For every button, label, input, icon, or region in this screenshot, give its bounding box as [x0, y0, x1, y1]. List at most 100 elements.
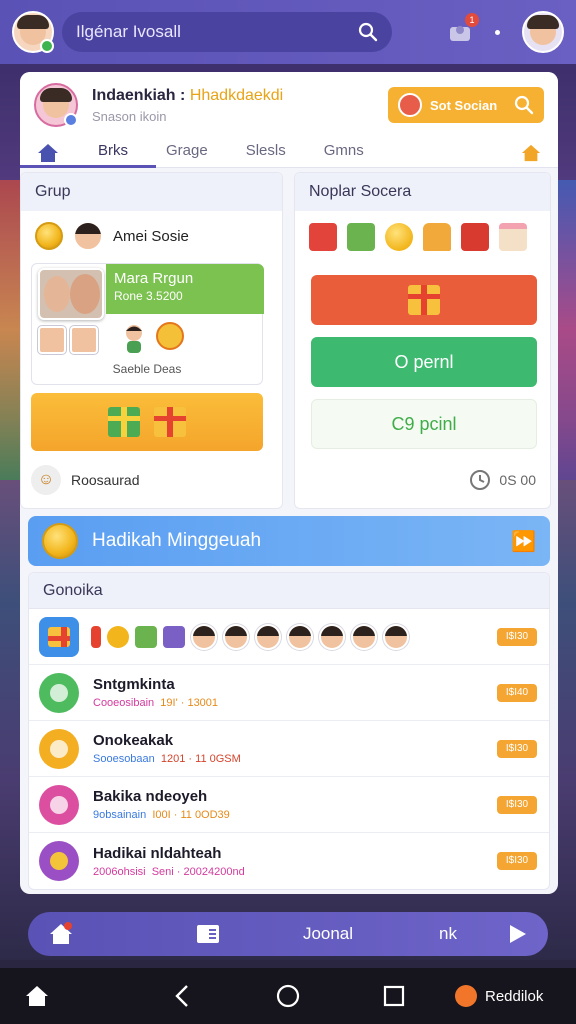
home-icon [50, 922, 72, 944]
profile-badge [64, 113, 78, 127]
tab-brks[interactable]: Brks [98, 142, 128, 163]
group-member-card[interactable]: Mara Rrgun Rone 3.5200 Saeble Deas [31, 263, 264, 385]
set-search-button[interactable]: Sot Socian [388, 87, 544, 123]
nav-extra[interactable]: nk [408, 924, 488, 944]
top-bar: Ilgénar Ivosall 1 [0, 0, 576, 64]
sys-home[interactable] [24, 984, 130, 1008]
mini-avatar-icon [398, 93, 422, 117]
list-item[interactable]: Hadikai nldahteah 2006ohsisi Seni · 2002… [29, 833, 549, 889]
red-envelope-icon[interactable] [309, 223, 337, 251]
price-badge[interactable]: I$I30 [497, 627, 537, 646]
sys-home-circle[interactable] [235, 984, 341, 1008]
item-detail: 1201 · 11 0GSM [160, 753, 241, 765]
avatar[interactable] [223, 623, 249, 650]
gift-tile[interactable] [31, 393, 263, 451]
popular-panel: Noplar Socera O pernl C9 pcinl 0S 00 [294, 172, 551, 509]
online-badge [40, 39, 54, 53]
home-icon [26, 986, 48, 1006]
grup-footer-label[interactable]: Roosaurad [71, 472, 140, 488]
app-shortcut-label: Reddilok [484, 987, 544, 1005]
avatar[interactable] [383, 623, 409, 650]
profile-title-accent: Hhadkdaekdi [189, 86, 284, 104]
list-item[interactable]: Onokeakak Sooesobaan 1201 · 11 0GSM I$I3… [29, 721, 549, 777]
system-nav-bar: Reddilok [0, 968, 576, 1024]
fast-forward-icon[interactable]: ⏩ [511, 529, 536, 554]
friend-avatar[interactable] [522, 11, 564, 53]
avatar[interactable] [351, 623, 377, 650]
book-icon [197, 925, 219, 943]
gift-box-icon [154, 407, 186, 437]
item-sub: 2006ohsisi [93, 865, 146, 878]
nav-book[interactable] [168, 923, 248, 945]
set-button-label: Sot Socian [430, 97, 498, 113]
list-item[interactable]: Sntgmkinta Cooeosibain 19I' · 13001 I$I4… [29, 665, 549, 721]
gift-icon[interactable] [461, 223, 489, 251]
cake-icon [156, 322, 184, 350]
group-photo [38, 268, 104, 320]
price-badge[interactable]: I$I30 [497, 795, 537, 814]
weekly-gift-banner[interactable]: Hadikah Minggeuah ⏩ [28, 516, 550, 566]
coin-icon [107, 625, 129, 648]
item-sub: 9obsainain [93, 809, 147, 821]
avatar-face [527, 15, 559, 45]
search-input[interactable]: Ilgénar Ivosall [62, 12, 392, 52]
member-thumb[interactable] [70, 326, 98, 354]
member-info-bar: Mara Rrgun Rone 3.5200 [106, 264, 264, 314]
price-badge[interactable]: I$I30 [497, 852, 537, 870]
profile-avatar[interactable] [34, 83, 78, 127]
search-icon[interactable] [358, 22, 378, 42]
gift-box-icon [108, 407, 140, 437]
open-button[interactable]: O pernl [311, 337, 537, 387]
dial-icon [39, 784, 79, 825]
app-shortcut-icon [454, 985, 477, 1007]
grup-panel: Grup Amei Sosie Mara Rrgun Rone 3.5200 S… [20, 172, 283, 509]
item-title: Bakika ndeoyeh [93, 788, 208, 805]
coin-icon[interactable] [385, 223, 413, 251]
price-badge[interactable]: I$I30 [497, 739, 537, 758]
avatar[interactable] [191, 623, 217, 650]
gift-icon[interactable] [347, 223, 375, 251]
tab-slesls[interactable]: Slesls [246, 142, 286, 163]
list-item[interactable]: Bakika ndeoyeh 9obsainain I00I · 11 0OD3… [29, 777, 549, 833]
member-sub: Rone 3.5200 [114, 289, 183, 303]
avatar[interactable] [287, 623, 313, 650]
sys-back[interactable] [130, 984, 236, 1008]
member-name: Mara Rrgun [114, 270, 194, 287]
active-tab-indicator [20, 165, 156, 168]
tab-gmns[interactable]: Gmns [324, 142, 364, 163]
popular-gift-button[interactable] [311, 275, 537, 325]
timer-icon [470, 470, 491, 490]
avatar[interactable] [319, 623, 345, 650]
tab-grage[interactable]: Grage [166, 142, 208, 163]
gift-box-icon [39, 616, 79, 657]
popular-item-row [309, 223, 527, 251]
member-thumb[interactable] [38, 326, 66, 354]
item-title: Hadikai nldahteah [93, 844, 222, 862]
user-avatar[interactable] [12, 11, 54, 53]
notification-count: 1 [465, 13, 479, 27]
sys-app-shortcut[interactable]: Reddilok [446, 985, 552, 1007]
play-icon [510, 925, 526, 943]
profile-title-main: Indaenkiah : [92, 86, 186, 104]
nav-play[interactable] [488, 923, 528, 945]
nav-home[interactable] [48, 922, 108, 946]
profile-header: Indaenkiah : Hhadkdaekdi Snason ikoin So… [20, 72, 558, 138]
sys-recents[interactable] [341, 985, 447, 1007]
nav-journal[interactable]: Joonal [288, 924, 368, 944]
group-avatar[interactable] [73, 221, 103, 251]
candle-icon [91, 625, 101, 648]
coin-icon [42, 523, 78, 559]
open-alt-button[interactable]: C9 pcinl [311, 399, 537, 449]
list-item[interactable]: I$I30 [29, 609, 549, 665]
home-orange-icon[interactable] [520, 143, 542, 163]
member-thumbnails [38, 326, 98, 354]
home-icon[interactable] [36, 142, 60, 164]
cake-slice-icon[interactable] [499, 223, 527, 251]
avatar[interactable] [255, 623, 281, 650]
price-badge[interactable]: I$I40 [497, 683, 537, 702]
notification-icon[interactable]: 1 [447, 13, 479, 45]
item-title: Sntgmkinta [93, 676, 175, 693]
more-dot-icon[interactable] [495, 29, 500, 35]
cake-icon[interactable] [423, 223, 451, 251]
app-bottom-nav: Joonal nk [28, 912, 548, 956]
